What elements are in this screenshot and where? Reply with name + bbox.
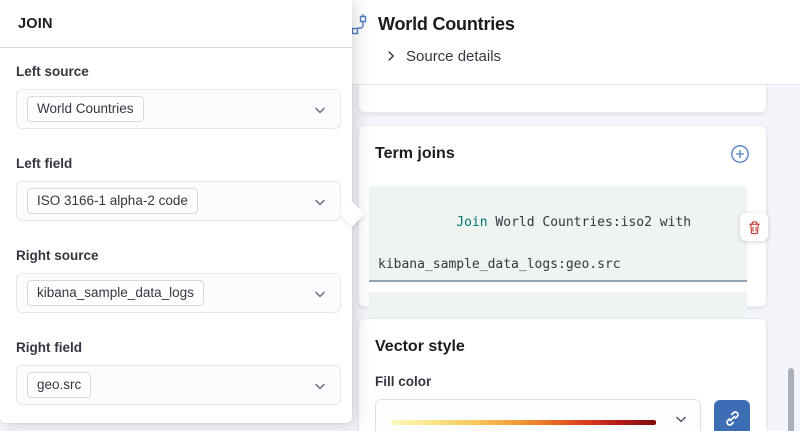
join-popover: JOIN Left source World Countries Left fi… bbox=[0, 0, 352, 423]
chevron-down-icon bbox=[312, 102, 328, 118]
vector-style-card: Vector style Fill color bbox=[358, 318, 767, 431]
delete-join-button[interactable] bbox=[740, 213, 768, 241]
add-join-button[interactable] bbox=[730, 144, 750, 164]
left-source-label: Left source bbox=[16, 62, 341, 81]
chevron-down-icon bbox=[312, 286, 328, 302]
trash-icon bbox=[747, 220, 762, 235]
scrollbar-thumb[interactable] bbox=[788, 368, 794, 431]
fill-color-label: Fill color bbox=[375, 372, 750, 391]
plus-in-circle-icon bbox=[730, 144, 750, 164]
selected-value-badge: geo.src bbox=[27, 372, 91, 398]
join-expression[interactable]: Join World Countries:iso2 with kibana_sa… bbox=[369, 186, 747, 282]
color-ramp-gradient bbox=[391, 420, 656, 425]
join-popover-header: JOIN bbox=[0, 0, 352, 48]
join-popover-title: JOIN bbox=[18, 16, 53, 32]
link-style-button[interactable] bbox=[714, 400, 750, 431]
right-source-select[interactable]: kibana_sample_data_logs bbox=[16, 273, 341, 313]
right-source-label: Right source bbox=[16, 246, 341, 265]
expression-text: kibana_sample_data_logs:geo.src bbox=[378, 254, 738, 275]
source-details-accordion[interactable]: Source details bbox=[384, 46, 501, 66]
right-field-select[interactable]: geo.src bbox=[16, 365, 341, 405]
chevron-right-icon bbox=[384, 49, 398, 63]
source-details-label: Source details bbox=[406, 48, 501, 65]
scrolled-card-remnant bbox=[358, 85, 767, 113]
chevron-down-icon bbox=[312, 194, 328, 210]
chevron-down-icon bbox=[312, 378, 328, 394]
left-field-label: Left field bbox=[16, 154, 341, 173]
vector-style-title: Vector style bbox=[375, 335, 750, 359]
term-joins-card: Term joins Join World Countries:iso2 wit… bbox=[358, 125, 767, 307]
vector-layer-icon bbox=[350, 14, 370, 36]
left-source-select[interactable]: World Countries bbox=[16, 89, 341, 129]
link-icon bbox=[724, 410, 741, 427]
selected-value-badge: World Countries bbox=[27, 96, 144, 122]
fill-color-ramp-select[interactable] bbox=[375, 399, 701, 431]
selected-value-badge: kibana_sample_data_logs bbox=[27, 280, 204, 306]
right-field-label: Right field bbox=[16, 338, 341, 357]
expression-keyword: Join bbox=[456, 215, 487, 230]
layer-title: World Countries bbox=[378, 11, 515, 37]
expression-text: World Countries:iso2 with bbox=[488, 215, 692, 230]
left-field-select[interactable]: ISO 3166-1 alpha-2 code bbox=[16, 181, 341, 221]
selected-value-badge: ISO 3166-1 alpha-2 code bbox=[27, 188, 198, 214]
term-joins-title: Term joins bbox=[375, 142, 455, 166]
chevron-down-icon bbox=[673, 411, 689, 427]
